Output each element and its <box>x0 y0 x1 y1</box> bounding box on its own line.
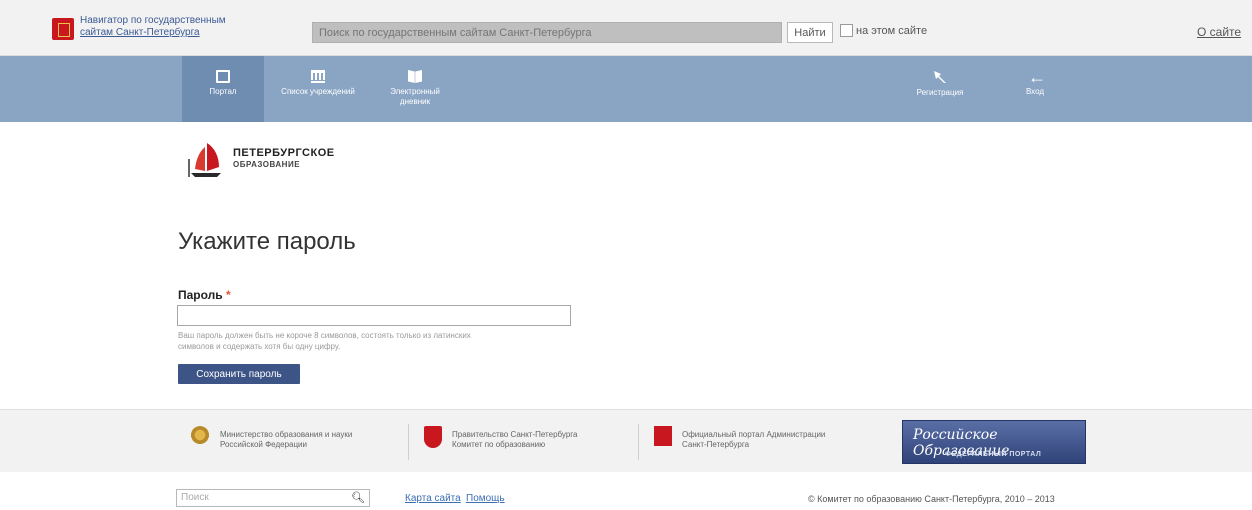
spb-admin-emblem-icon <box>654 426 672 446</box>
partner-divider <box>638 424 639 460</box>
government-line2: Комитет по образованию <box>452 440 546 449</box>
nav-login-label: Вход <box>1025 87 1045 96</box>
about-link[interactable]: О сайте <box>1197 25 1241 39</box>
nav-portal[interactable]: Портал <box>182 56 264 122</box>
password-hint-line1: Ваш пароль должен быть не короче 8 симво… <box>178 331 471 340</box>
site-map-link[interactable]: Карта сайта <box>405 493 461 504</box>
partners-footer: Министерство образования и науки Российс… <box>0 409 1252 472</box>
find-button[interactable]: Найти <box>787 22 833 43</box>
bottom-search-placeholder: Поиск <box>181 492 209 503</box>
password-label-text: Пароль <box>178 288 223 302</box>
russian-education-banner[interactable]: Российское Образование ФЕДЕРАЛЬНЫЙ ПОРТА… <box>902 420 1086 464</box>
spb-coat-of-arms-icon <box>424 426 442 448</box>
gov-navigator-line1: Навигатор по государственным <box>80 15 226 26</box>
password-label: Пароль * <box>178 288 231 302</box>
password-hint-line2: символов и содержать хотя бы одну цифру. <box>178 342 341 351</box>
nav-institutions-label: Список учреждений <box>281 87 355 96</box>
admin-line2: Санкт-Петербурга <box>682 440 750 449</box>
nav-diary[interactable]: Электронный дневник <box>372 56 458 122</box>
ministry-line1: Министерство образования и науки <box>220 430 353 439</box>
password-input[interactable] <box>177 305 571 326</box>
partner-admin-portal[interactable]: Официальный портал Администрации Санкт-П… <box>654 426 825 450</box>
logo-title: ПЕТЕРБУРГСКОЕ <box>233 147 335 159</box>
institution-icon <box>311 70 325 83</box>
russian-eagle-icon <box>190 426 210 446</box>
gov-navigator-line2: сайтам Санкт-Петербурга <box>80 27 200 38</box>
spb-emblem-icon[interactable] <box>52 18 74 40</box>
help-link[interactable]: Помощь <box>466 493 505 504</box>
partner-government[interactable]: Правительство Санкт-Петербурга Комитет п… <box>424 426 577 450</box>
spb-education-logo-icon[interactable] <box>185 139 225 179</box>
search-icon[interactable]: 🔍︎ <box>351 491 365 504</box>
nav-diary-line1: Электронный <box>390 87 440 96</box>
ministry-line2: Российской Федерации <box>220 440 307 449</box>
arrow-left-icon: ← <box>1028 67 1046 87</box>
register-icon <box>934 71 946 83</box>
nav-login[interactable]: ← Вход <box>1000 56 1070 122</box>
nav-portal-label: Портал <box>209 87 237 96</box>
site-only-label: на этом сайте <box>856 25 928 37</box>
nav-diary-line2: дневник <box>399 97 431 106</box>
nav-register-label: Регистрация <box>916 88 964 97</box>
portal-icon <box>216 70 230 83</box>
partner-ministry[interactable]: Министерство образования и науки Российс… <box>190 426 352 450</box>
save-password-button[interactable]: Сохранить пароль <box>178 364 300 384</box>
book-icon <box>408 70 422 83</box>
required-mark: * <box>226 288 231 302</box>
top-gov-bar: Навигатор по государственным сайтам Санк… <box>0 0 1252 56</box>
admin-line1: Официальный портал Администрации <box>682 430 826 439</box>
gov-search-input[interactable] <box>312 22 782 43</box>
copyright-text: © Комитет по образованию Санкт-Петербург… <box>808 494 1055 504</box>
bottom-search-box[interactable]: Поиск 🔍︎ <box>176 489 370 507</box>
gov-navigator-link[interactable]: Навигатор по государственным сайтам Санк… <box>80 15 226 39</box>
rus-edu-subtitle: ФЕДЕРАЛЬНЫЙ ПОРТАЛ <box>945 451 1042 458</box>
page-title: Укажите пароль <box>178 228 356 255</box>
nav-register[interactable]: Регистрация <box>900 56 980 122</box>
main-nav: Портал Список учреждений Электронный дне… <box>0 56 1252 122</box>
password-hint: Ваш пароль должен быть не короче 8 симво… <box>178 330 578 352</box>
government-line1: Правительство Санкт-Петербурга <box>452 430 578 439</box>
logo-subtitle: ОБРАЗОВАНИЕ <box>233 160 301 169</box>
nav-institutions[interactable]: Список учреждений <box>264 56 372 122</box>
partner-divider <box>408 424 409 460</box>
site-only-checkbox[interactable] <box>840 24 853 37</box>
